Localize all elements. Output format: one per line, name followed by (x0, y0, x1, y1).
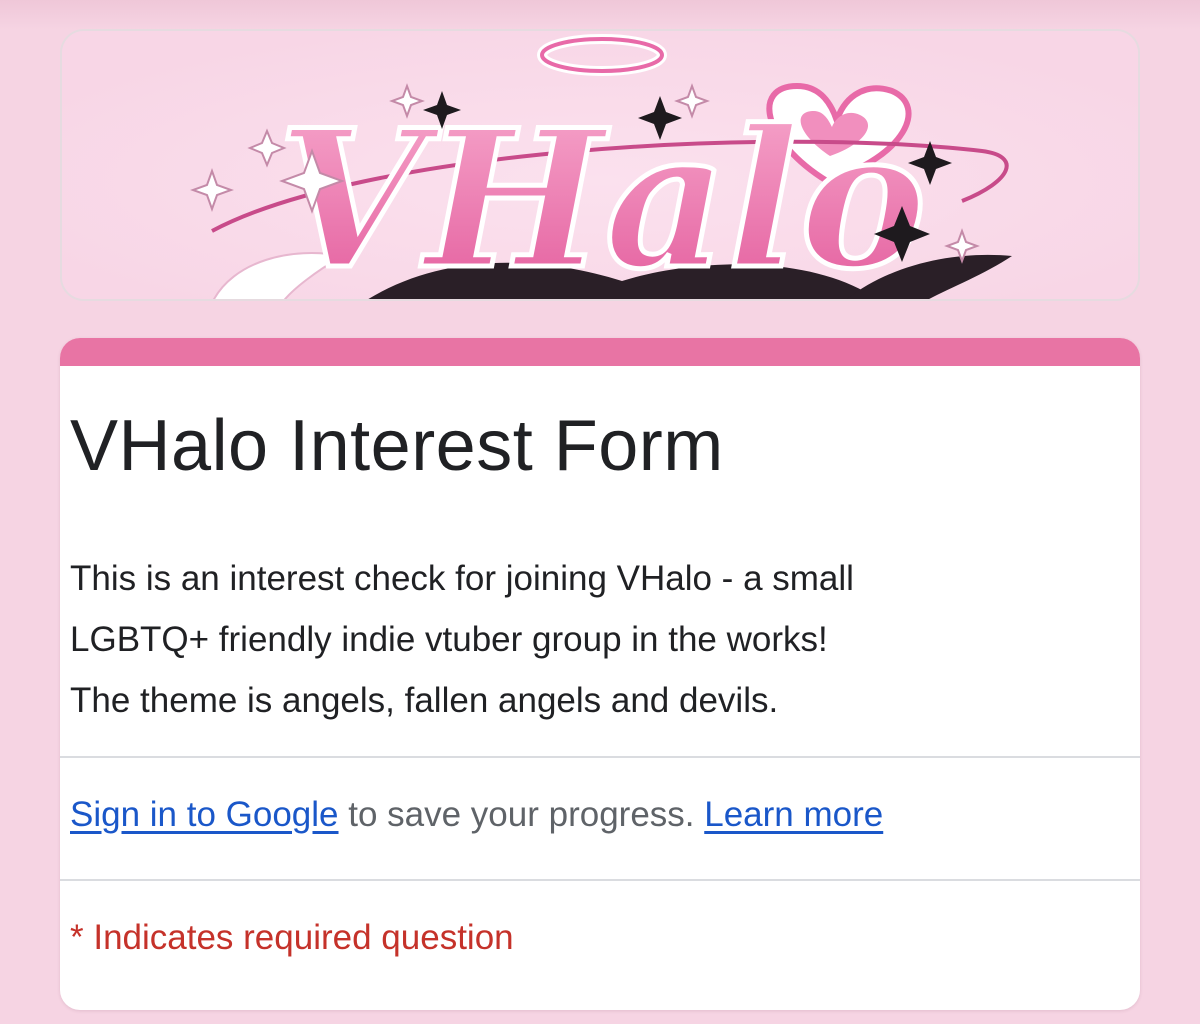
divider (60, 879, 1140, 881)
sign-in-link[interactable]: Sign in to Google (70, 795, 339, 834)
form-description: This is an interest check for joining VH… (70, 559, 854, 720)
vhalo-logo: VHalo (278, 88, 927, 301)
learn-more-link[interactable]: Learn more (704, 795, 883, 834)
divider (60, 756, 1140, 758)
required-question-note: * Indicates required question (70, 918, 514, 957)
card-accent-bar (60, 338, 1140, 366)
signin-text: to save your progress. (338, 795, 705, 834)
form-title: VHalo Interest Form (70, 406, 724, 486)
header-banner-image: VHalo (60, 29, 1140, 301)
signin-prompt: Sign in to Google to save your progress.… (70, 790, 883, 840)
top-background (0, 0, 1200, 30)
